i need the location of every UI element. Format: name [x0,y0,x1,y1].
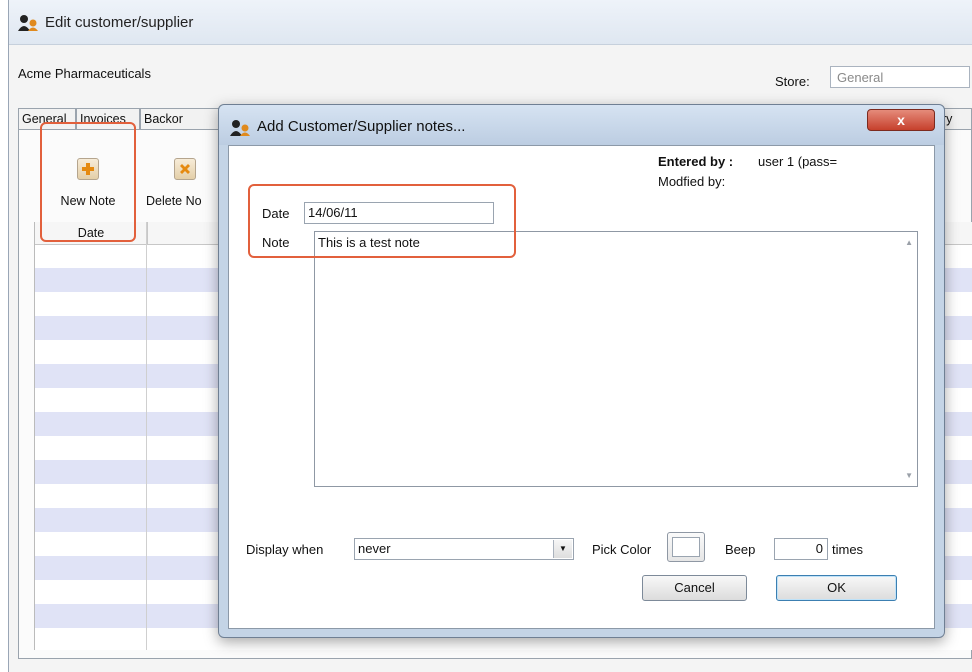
delete-note-icon [174,158,196,180]
pick-color-label: Pick Color [592,542,652,557]
cancel-button[interactable]: Cancel [642,575,747,601]
delete-note-label: Delete No [146,194,202,208]
window-title: Edit customer/supplier [45,14,194,31]
grid-column-divider [146,222,147,650]
close-button[interactable]: x [867,109,935,131]
dialog-title: Add Customer/Supplier notes... [257,118,466,135]
app-logo-icon [18,15,38,31]
delete-note-button[interactable]: Delete No [142,158,220,210]
dialog-titlebar: Add Customer/Supplier notes... x [219,105,944,145]
window-titlebar: Edit customer/supplier [9,0,972,45]
store-select[interactable]: General [830,66,970,88]
pick-color-button[interactable] [667,532,705,562]
entered-by-value: user 1 (pass= [758,154,838,169]
close-icon: x [897,112,905,128]
display-when-select[interactable]: never ▼ [354,538,574,560]
color-swatch [672,537,700,557]
entered-by-label: Entered by : [658,154,734,169]
scroll-up-icon[interactable]: ▲ [905,238,913,247]
note-textarea[interactable]: This is a test note ▲ ▼ [314,231,918,487]
ok-button[interactable]: OK [776,575,897,601]
modified-by-label: Modfied by: [658,174,726,189]
highlight-new-note [40,122,136,242]
tab-backorders[interactable]: Backor [140,108,220,129]
dropdown-arrow-icon[interactable]: ▼ [553,540,572,558]
highlight-date-note-fields [248,184,516,258]
app-logo-icon [230,120,250,136]
times-label: times [832,542,864,557]
display-when-value: never [358,541,391,556]
scroll-down-icon[interactable]: ▼ [905,471,913,480]
company-name: Acme Pharmaceuticals [18,66,151,81]
beep-label: Beep [725,542,756,557]
display-when-label: Display when [246,542,324,557]
store-label: Store: [775,74,810,89]
beep-count-field[interactable]: 0 [774,538,828,560]
